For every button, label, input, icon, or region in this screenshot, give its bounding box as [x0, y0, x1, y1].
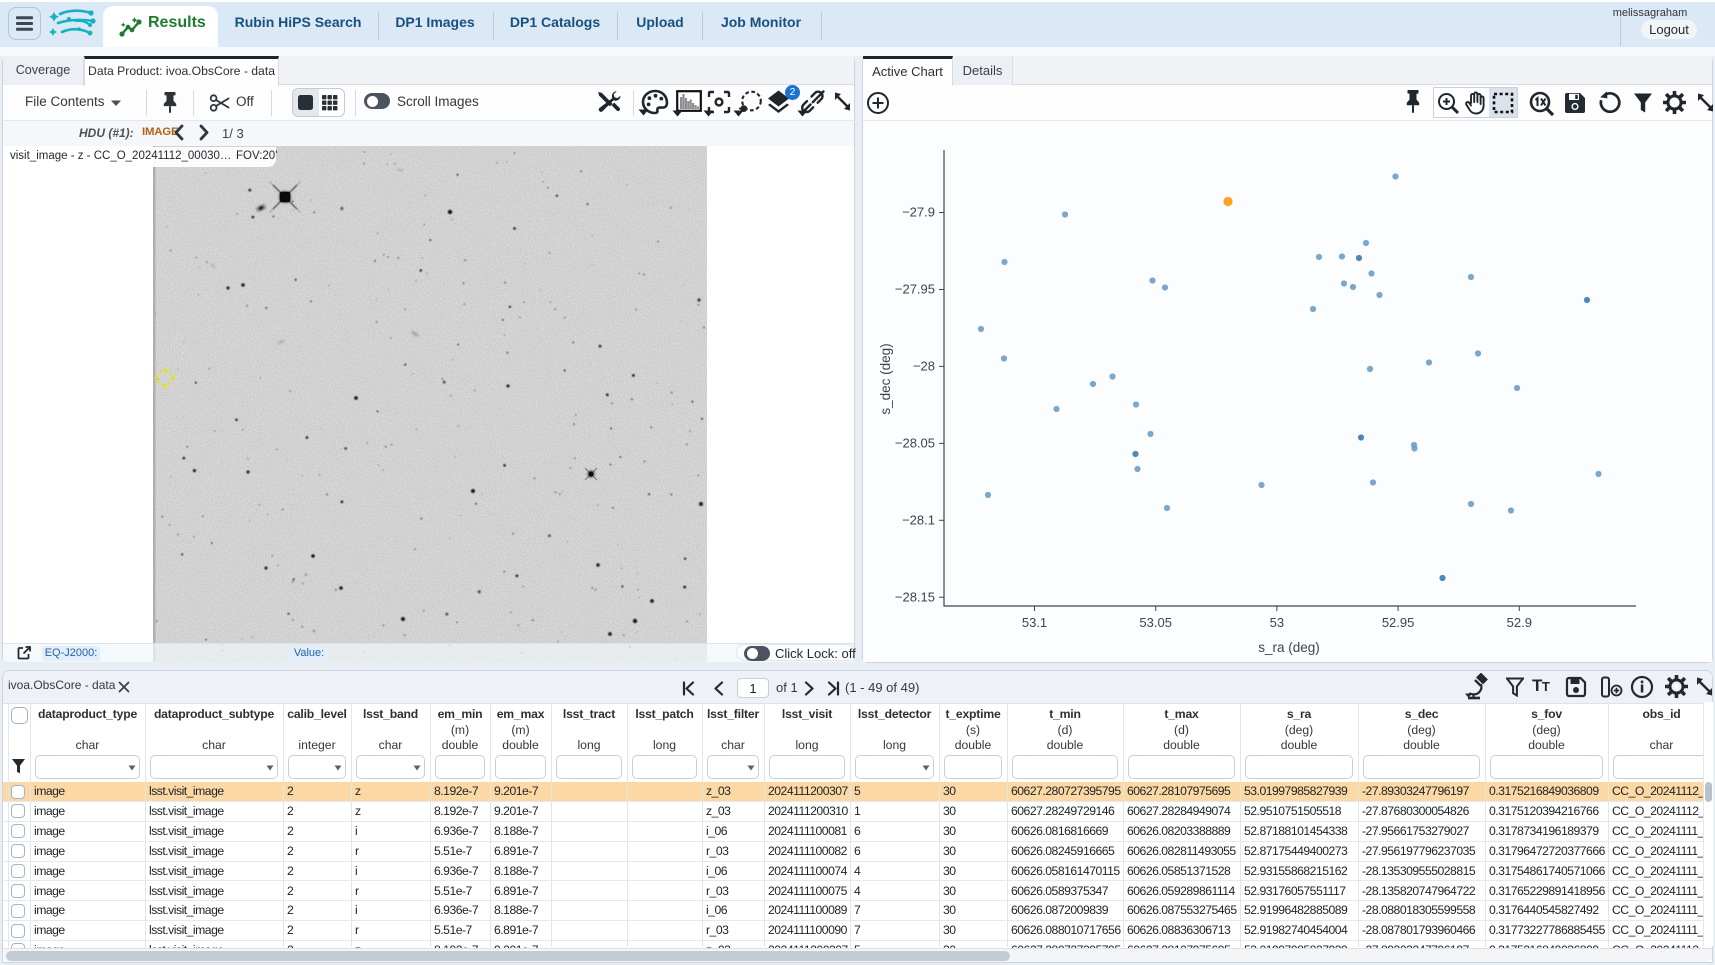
svg-text:52.9: 52.9	[1507, 615, 1532, 630]
svg-text:53.1: 53.1	[1022, 615, 1047, 630]
svg-text:−28.1: −28.1	[902, 513, 935, 528]
svg-text:−27.95: −27.95	[895, 282, 935, 297]
svg-text:−27.9: −27.9	[902, 205, 935, 220]
svg-text:s_ra (deg): s_ra (deg)	[1258, 640, 1320, 655]
svg-text:−28.15: −28.15	[895, 589, 935, 604]
svg-text:52.95: 52.95	[1382, 615, 1415, 630]
svg-text:−28.05: −28.05	[895, 436, 935, 451]
svg-text:s_dec (deg): s_dec (deg)	[878, 343, 893, 414]
svg-text:53: 53	[1270, 615, 1284, 630]
svg-text:53.05: 53.05	[1139, 615, 1172, 630]
svg-text:−28: −28	[913, 359, 935, 374]
